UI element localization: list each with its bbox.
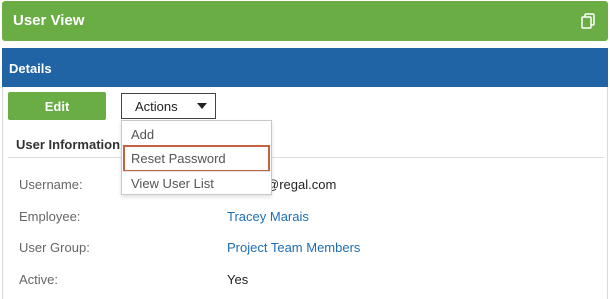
active-value: Yes	[227, 272, 249, 287]
details-header: Details	[2, 48, 608, 87]
caret-down-icon	[197, 103, 207, 109]
page-title: User View	[13, 12, 85, 29]
user-group-link[interactable]: Project Team Members	[227, 240, 360, 255]
actions-menu: Add Reset Password View User List	[121, 120, 272, 195]
title-bar: User View	[2, 1, 608, 41]
active-label: Active:	[19, 272, 59, 287]
user-group-label: User Group:	[19, 240, 90, 255]
actions-dropdown-button[interactable]: Actions	[121, 93, 216, 119]
menu-item-add[interactable]: Add	[123, 122, 270, 146]
edit-button[interactable]: Edit	[8, 92, 106, 120]
actions-label: Actions	[135, 98, 178, 114]
details-label: Details	[9, 61, 52, 76]
username-label: Username:	[19, 177, 83, 192]
employee-label: Employee:	[19, 209, 81, 224]
menu-item-view-user-list[interactable]: View User List	[123, 171, 270, 195]
menu-item-reset-password[interactable]: Reset Password	[123, 145, 270, 172]
copy-icon[interactable]	[580, 13, 596, 29]
employee-link[interactable]: Tracey Marais	[227, 209, 309, 224]
user-information-heading: User Information	[16, 137, 121, 152]
section-divider	[8, 157, 604, 158]
